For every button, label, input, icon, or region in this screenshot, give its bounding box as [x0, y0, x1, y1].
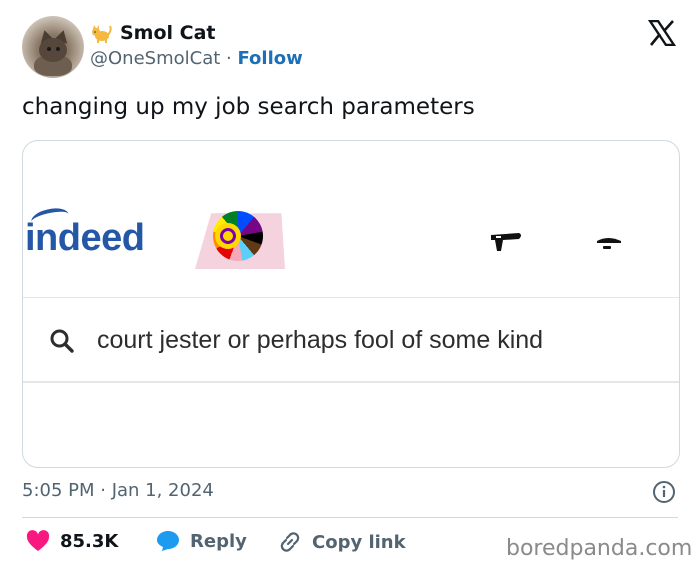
indeed-logo: indeed [25, 205, 145, 260]
display-name[interactable]: Smol Cat [120, 22, 216, 44]
watermark: boredpanda.com [506, 536, 693, 561]
tweet-timestamp[interactable]: 5:05 PM · Jan 1, 2024 [22, 480, 214, 501]
cat-emoji-icon [90, 22, 112, 44]
like-button[interactable]: 85.3K [26, 530, 118, 552]
avatar[interactable] [22, 16, 84, 78]
reply-button[interactable]: Reply [156, 530, 247, 552]
likes-count: 85.3K [60, 530, 119, 552]
job-search-bar[interactable]: court jester or perhaps fool of some kin… [23, 297, 679, 383]
reply-bubble-icon [157, 531, 179, 551]
tweet-text: changing up my job search parameters [22, 94, 475, 120]
separator-dot: · [226, 48, 232, 69]
pride-badge-icon [195, 207, 285, 269]
follow-button[interactable]: Follow [237, 48, 302, 69]
copy-link-button[interactable]: Copy link [278, 530, 406, 554]
search-icon [50, 329, 74, 353]
link-icon [280, 532, 300, 552]
search-input[interactable]: court jester or perhaps fool of some kin… [97, 326, 543, 355]
handle[interactable]: @OneSmolCat [90, 48, 220, 69]
author-name-row: Smol Cat [90, 22, 216, 44]
divider [22, 517, 678, 518]
handle-row: @OneSmolCat · Follow [90, 48, 303, 69]
reply-label: Reply [190, 530, 247, 552]
copy-link-label: Copy link [312, 531, 406, 553]
tweet-media-card[interactable]: indeed court jester or perhaps fool of s… [22, 140, 680, 468]
megaphone-icon[interactable] [489, 227, 529, 257]
info-icon[interactable] [652, 480, 676, 504]
message-icon[interactable] [593, 235, 623, 251]
x-logo-icon[interactable] [648, 20, 676, 46]
heart-icon [26, 530, 50, 551]
